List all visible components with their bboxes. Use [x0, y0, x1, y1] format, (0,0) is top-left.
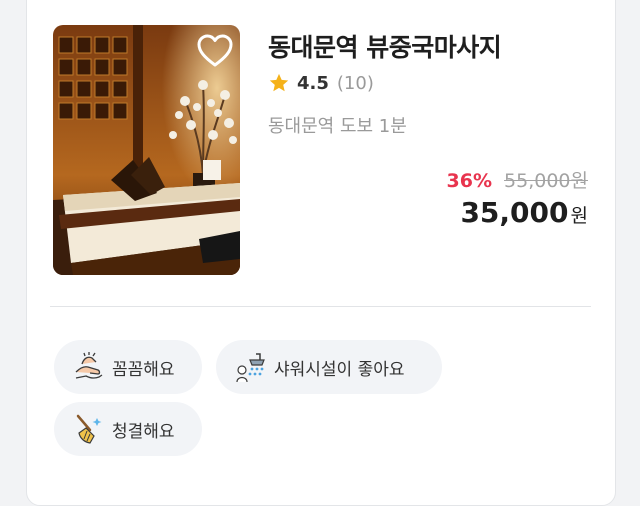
location-text: 동대문역 도보 1분 — [268, 116, 407, 137]
heart-outline-icon[interactable] — [196, 33, 234, 69]
listing-title[interactable]: 동대문역 뷰중국마사지 — [268, 28, 502, 64]
broom-icon — [76, 414, 102, 444]
discount-rate: 36% — [446, 170, 493, 192]
star-icon — [269, 73, 289, 92]
massage-hands-icon — [75, 352, 103, 379]
original-price: 55,000원 — [504, 170, 588, 192]
review-tag-label: 꼼꼼해요 — [112, 359, 175, 380]
review-tag-label: 청결해요 — [112, 421, 175, 442]
review-tag-thorough[interactable]: 꼼꼼해요 — [54, 340, 202, 394]
final-price: 35,000 원 — [460, 196, 588, 229]
price-unit: 원 — [570, 205, 588, 227]
rating-row: 4.5 (10) — [268, 72, 374, 94]
rating-score: 4.5 — [297, 72, 329, 94]
shower-icon — [236, 353, 265, 383]
review-tag-label: 샤워시설이 좋아요 — [274, 359, 405, 380]
review-count: (10) — [336, 72, 374, 94]
price-amount: 35,000 — [460, 196, 569, 229]
listing-thumbnail[interactable] — [53, 25, 240, 275]
price-discount-row: 36% 55,000원 — [447, 166, 588, 193]
review-tag-clean[interactable]: 청결해요 — [54, 402, 202, 456]
review-tag-shower[interactable]: 샤워시설이 좋아요 — [216, 340, 442, 394]
divider — [50, 306, 591, 307]
